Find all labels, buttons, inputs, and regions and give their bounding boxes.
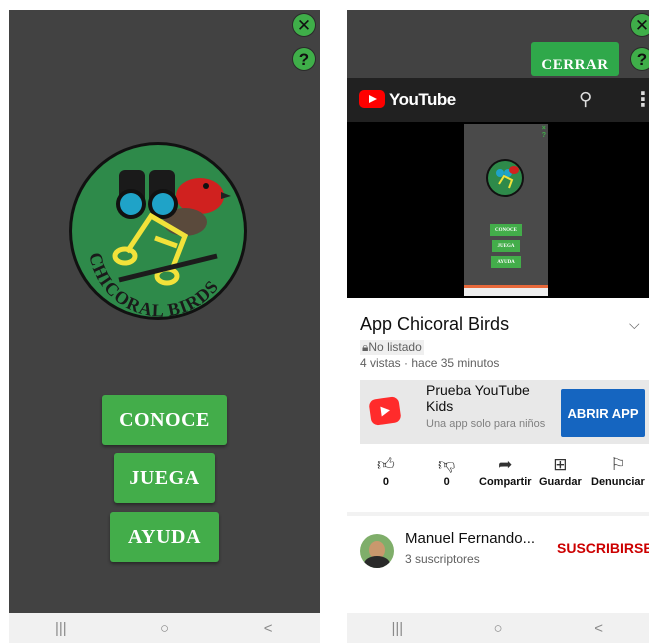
action-row: 👍︎ 0 👎︎ 0 ➦ Compartir ⊞ Guardar ⚐ Denunciar: [347, 454, 649, 504]
home-button[interactable]: ○: [144, 620, 184, 637]
mini-ayuda-label: AYUDA: [497, 259, 515, 265]
save-icon: ⊞: [553, 455, 568, 474]
recents-button[interactable]: |||: [41, 620, 81, 637]
ayuda-button[interactable]: AYUDA: [110, 512, 219, 562]
youtube-overlay-screen: ✕ ? CERRAR YouTube ⚲ ⋮ ×? CONOCE JUEGA A…: [347, 10, 649, 643]
channel-name[interactable]: Manuel Fernando...: [405, 530, 535, 547]
report-label: Denunciar: [591, 476, 645, 488]
help-glyph: ?: [636, 49, 648, 69]
home-button[interactable]: ○: [478, 620, 518, 637]
thumb-down-icon: 👎︎: [438, 455, 456, 474]
help-icon[interactable]: ?: [631, 48, 649, 70]
visibility-badge: 🔒︎No listado: [360, 340, 424, 355]
cerrar-button[interactable]: CERRAR: [531, 42, 619, 76]
youtube-brand: YouTube: [389, 90, 456, 109]
promo-title: Prueba YouTube Kids: [426, 382, 530, 414]
mini-ayuda-button: AYUDA: [491, 256, 521, 268]
close-glyph: ✕: [634, 15, 649, 35]
thumb-up-icon: 👍︎: [377, 455, 395, 474]
search-icon[interactable]: ⚲: [579, 89, 592, 110]
promo-subtitle: Una app solo para niños: [426, 418, 546, 430]
like-button[interactable]: 👍︎ 0: [377, 454, 395, 488]
report-button[interactable]: ⚐ Denunciar: [591, 454, 645, 488]
help-icon[interactable]: ?: [293, 48, 315, 70]
share-button[interactable]: ➦ Compartir: [479, 454, 532, 488]
youtube-header: YouTube ⚲ ⋮: [347, 78, 649, 122]
flag-icon: ⚐: [610, 455, 626, 474]
subscriber-count: 3 suscriptores: [405, 552, 480, 566]
close-icon[interactable]: ✕: [293, 14, 315, 36]
youtube-kids-promo: Prueba YouTube Kids Una app solo para ni…: [360, 380, 649, 444]
subscribe-button[interactable]: SUSCRIBIRSE: [557, 540, 649, 556]
help-glyph: ?: [298, 49, 310, 69]
mini-juega-button: JUEGA: [492, 240, 520, 252]
android-nav-bar: ||| ○ <: [9, 613, 320, 643]
video-meta: 4 vistas · hace 35 minutos: [360, 356, 500, 370]
youtube-logo-icon[interactable]: [359, 90, 385, 108]
share-label: Compartir: [479, 476, 532, 488]
mini-logo: [486, 159, 524, 197]
dislike-button[interactable]: 👎︎ 0: [438, 454, 455, 488]
chicoral-birds-logo: CHICORAL BIRDS: [69, 142, 247, 321]
youtube-kids-icon: [368, 396, 402, 426]
back-button[interactable]: <: [579, 620, 619, 637]
divider: [347, 512, 649, 516]
mini-conoce-button: CONOCE: [490, 224, 522, 236]
back-button[interactable]: <: [248, 620, 288, 637]
dislike-count: 0: [443, 476, 450, 488]
open-app-label: ABRIR APP: [567, 405, 639, 421]
mini-conoce-label: CONOCE: [495, 227, 517, 233]
mini-juega-label: JUEGA: [497, 243, 515, 249]
mini-nav-bar: [464, 288, 548, 296]
video-details: App Chicoral Birds ⌵ 🔒︎No listado 4 vist…: [347, 298, 649, 613]
visibility-label: No listado: [368, 340, 422, 354]
ayuda-label: AYUDA: [128, 525, 201, 548]
avatar-body: [364, 556, 390, 568]
close-glyph: ✕: [296, 15, 312, 35]
chevron-down-icon[interactable]: ⌵: [629, 316, 640, 333]
like-count: 0: [382, 476, 389, 488]
save-button[interactable]: ⊞ Guardar: [539, 454, 582, 488]
mini-close-help-icons: ×?: [541, 125, 546, 139]
video-frame-app-preview: ×? CONOCE JUEGA AYUDA: [464, 124, 548, 296]
channel-row: Manuel Fernando... 3 suscriptores SUSCRI…: [347, 520, 649, 570]
close-icon[interactable]: ✕: [631, 14, 649, 36]
more-options-icon[interactable]: ⋮: [633, 87, 649, 112]
avatar[interactable]: [360, 534, 394, 568]
save-label: Guardar: [539, 476, 582, 488]
chicoral-app-screen: ✕ ? CHICORAL BIRDS CONOCE JUEGA AYUDA ||…: [9, 10, 320, 643]
juega-label: JUEGA: [129, 466, 200, 489]
android-nav-bar: ||| ○ <: [347, 613, 649, 643]
conoce-button[interactable]: CONOCE: [102, 395, 227, 445]
conoce-label: CONOCE: [119, 408, 210, 431]
video-title: App Chicoral Birds: [360, 314, 510, 334]
open-app-button[interactable]: ABRIR APP: [561, 389, 645, 437]
video-player[interactable]: ×? CONOCE JUEGA AYUDA: [347, 122, 649, 298]
share-icon: ➦: [498, 455, 513, 474]
cerrar-label: CERRAR: [541, 57, 609, 73]
recents-button[interactable]: |||: [377, 620, 417, 637]
juega-button[interactable]: JUEGA: [114, 453, 215, 503]
